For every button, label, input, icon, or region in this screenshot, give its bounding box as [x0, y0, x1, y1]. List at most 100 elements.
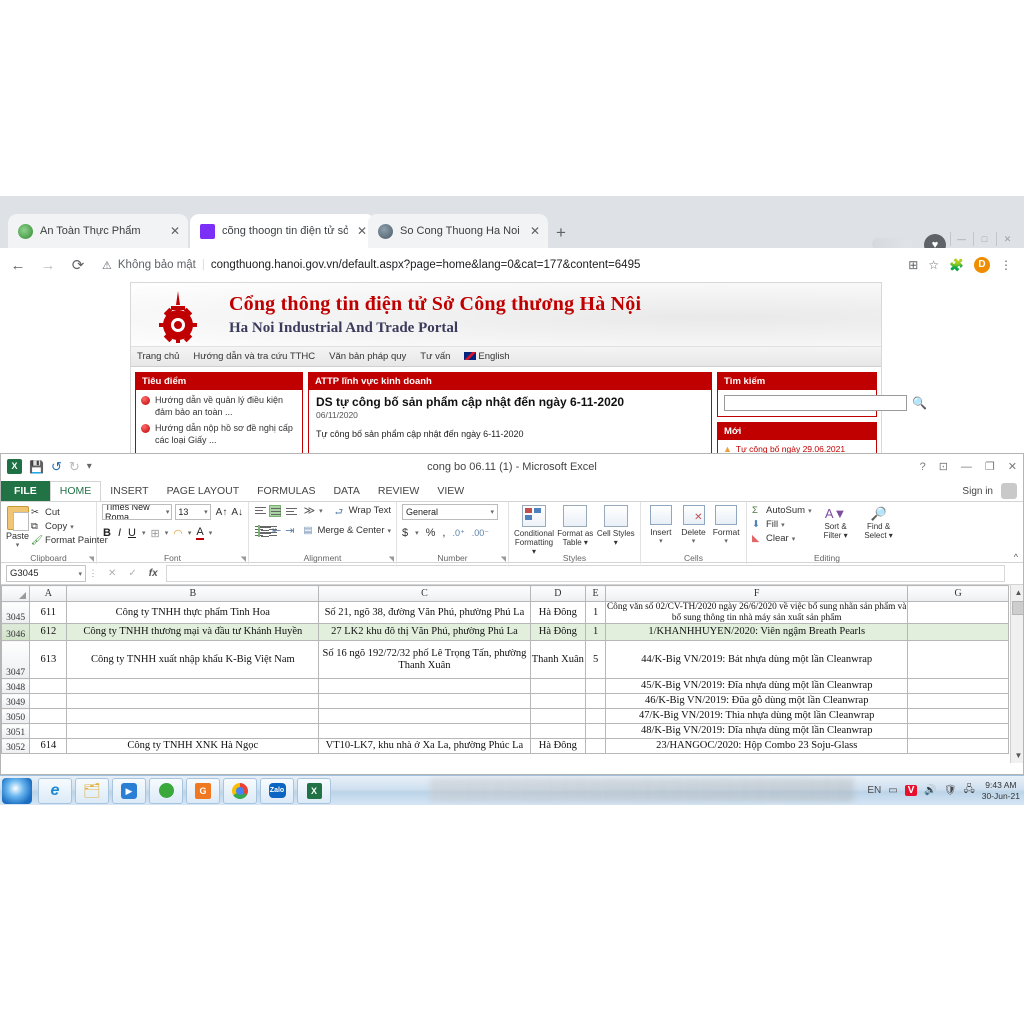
increase-decimal-icon[interactable]: .0⁺ [452, 528, 464, 539]
cell-f3047[interactable]: 44/K-Big VN/2019: Bát nhựa dùng một lần … [605, 640, 909, 680]
row-header[interactable]: 3047 [1, 640, 31, 680]
list-item[interactable]: Hướng dẫn nộp hồ sơ đề nghị cấp các loại… [136, 418, 302, 446]
cell-f3048[interactable]: 45/K-Big VN/2019: Đĩa nhựa dùng một lần … [605, 678, 909, 695]
table-row[interactable]: 3049 46/K-Big VN/2019: Đũa gỗ dùng một l… [1, 693, 1009, 710]
cell-a3047[interactable]: 613 [29, 640, 68, 680]
column-header-d[interactable]: D [529, 585, 587, 602]
cell-c3046[interactable]: 27 LK2 khu đô thị Văn Phú, phường Phú La [318, 623, 531, 642]
address-bar[interactable]: ⚠ Không bảo mật | congthuong.hanoi.gov.v… [98, 253, 899, 277]
table-row[interactable]: 3047 613 Công ty TNHH xuất nhập khẩu K-B… [1, 640, 1009, 680]
tab-home[interactable]: HOME [49, 481, 102, 502]
cell-e3049[interactable] [585, 693, 607, 710]
windows-start-icon[interactable] [2, 777, 32, 804]
browser-tab-3[interactable]: So Cong Thuong Ha Noi ✕ [368, 214, 548, 248]
help-icon[interactable]: ? [920, 461, 926, 473]
align-center-button[interactable] [258, 524, 271, 537]
cell-g3049[interactable] [907, 693, 1009, 710]
chevron-down-icon[interactable]: ▾ [70, 523, 74, 531]
microsoft-excel-icon[interactable]: X [297, 777, 331, 804]
cell-b3052[interactable]: Công ty TNHH XNK Hà Ngọc [66, 738, 320, 755]
cell-d3051[interactable] [529, 723, 587, 740]
merge-center-button[interactable]: ▤ Merge & Center ▾ [303, 525, 391, 536]
cancel-formula-icon[interactable]: ✕ [108, 568, 116, 579]
cell-f3046[interactable]: 1/KHANHHUYEN/2020: Viên ngậm Breath Pear… [605, 623, 909, 642]
browser-tab-1[interactable]: An Toàn Thực Phẩm ✕ [8, 214, 188, 248]
cell-e3046[interactable]: 1 [585, 623, 607, 642]
minimize-icon[interactable]: — [950, 232, 972, 246]
align-bottom-button[interactable] [285, 505, 297, 517]
chevron-down-icon[interactable]: ▾ [165, 529, 169, 537]
table-row[interactable]: 3051 48/K-Big VN/2019: Dĩa nhựa dùng một… [1, 723, 1009, 740]
tab-view[interactable]: VIEW [428, 482, 473, 501]
battery-icon[interactable]: ▭ [888, 785, 897, 796]
ribbon-display-options-icon[interactable]: ⊡ [939, 460, 948, 473]
avatar[interactable]: D [974, 257, 990, 273]
row-header[interactable]: 3050 [1, 708, 31, 725]
cell-b3047[interactable]: Công ty TNHH xuất nhập khẩu K-Big Việt N… [66, 640, 320, 680]
chevron-down-icon[interactable]: ▾ [209, 529, 213, 537]
magnifier-icon[interactable]: 🔍 [912, 396, 927, 410]
cell-c3047[interactable]: Số 16 ngõ 192/72/32 phố Lê Trọng Tấn, ph… [318, 640, 531, 680]
row-header[interactable]: 3049 [1, 693, 31, 710]
table-row[interactable]: 3050 47/K-Big VN/2019: Thìa nhựa dùng mộ… [1, 708, 1009, 725]
cell-d3046[interactable]: Hà Đông [529, 623, 587, 642]
cell-c3052[interactable]: VT10-LK7, khu nhà ở Xa La, phường Phúc L… [318, 738, 531, 755]
cell-d3049[interactable] [529, 693, 587, 710]
number-format-combobox[interactable]: General ▾ [402, 504, 498, 520]
decrease-decimal-icon[interactable]: .00⁻ [472, 528, 489, 539]
cell-f3052[interactable]: 23/HANGOC/2020: Hộp Combo 23 Soju-Glass [605, 738, 909, 755]
cell-a3052[interactable]: 614 [29, 738, 68, 755]
chevron-down-icon[interactable]: ▾ [188, 529, 192, 537]
enter-formula-icon[interactable]: ✓ [128, 568, 136, 579]
cell-b3048[interactable] [66, 678, 320, 695]
cell-b3049[interactable] [66, 693, 320, 710]
cell-e3052[interactable] [585, 738, 607, 755]
new-tab-button[interactable]: + [550, 222, 572, 244]
row-header[interactable]: 3048 [1, 678, 31, 695]
cell-e3051[interactable] [585, 723, 607, 740]
cell-b3045[interactable]: Công ty TNHH thực phẩm Tinh Hoa [66, 600, 320, 625]
cell-g3051[interactable] [907, 723, 1009, 740]
tab-file[interactable]: FILE [1, 481, 50, 501]
restore-icon[interactable]: ❐ [985, 460, 995, 473]
cell-c3045[interactable]: Số 21, ngõ 38, đường Văn Phú, phường Phú… [318, 600, 531, 625]
column-header-c[interactable]: C [318, 585, 531, 602]
cell-c3049[interactable] [318, 693, 531, 710]
maximize-icon[interactable]: □ [973, 232, 995, 246]
cell-e3048[interactable] [585, 678, 607, 695]
cell-g3047[interactable] [907, 640, 1009, 680]
scrollbar-thumb[interactable] [1012, 601, 1023, 615]
cell-f3049[interactable]: 46/K-Big VN/2019: Đũa gỗ dùng một lần Cl… [605, 693, 909, 710]
align-middle-button[interactable] [269, 504, 282, 517]
wrap-text-button[interactable]: ⮐ Wrap Text [335, 505, 391, 518]
minimize-icon[interactable]: — [961, 461, 972, 473]
zalo-icon[interactable]: Zalo [260, 777, 294, 804]
back-icon[interactable]: ← [8, 257, 28, 274]
collapse-ribbon-button[interactable]: ^ [1014, 552, 1018, 562]
puzzle-icon[interactable]: 🧩 [949, 258, 964, 272]
cell-d3045[interactable]: Hà Đông [529, 600, 587, 625]
cell-c3048[interactable] [318, 678, 531, 695]
italic-button[interactable]: I [117, 527, 122, 539]
cell-g3045[interactable] [907, 600, 1009, 625]
chevron-down-icon[interactable]: ▾ [808, 507, 812, 515]
table-row[interactable]: 3052 614 Công ty TNHH XNK Hà Ngọc VT10-L… [1, 738, 1009, 755]
autosum-button[interactable]: Σ AutoSum ▾ [752, 505, 812, 516]
star-icon[interactable]: ☆ [928, 258, 939, 272]
unikey-icon[interactable] [149, 777, 183, 804]
cell-g3046[interactable] [907, 623, 1009, 642]
site-nav-van-ban[interactable]: Văn bản pháp quy [329, 351, 406, 362]
table-row[interactable]: 3048 45/K-Big VN/2019: Đĩa nhựa dùng một… [1, 678, 1009, 695]
internet-explorer-icon[interactable]: e [38, 777, 72, 804]
tab-data[interactable]: DATA [324, 482, 368, 501]
increase-font-size-button[interactable]: A↑ [216, 507, 228, 518]
unikey-v-icon[interactable]: V [904, 785, 918, 796]
column-header-e[interactable]: E [585, 585, 607, 602]
volume-icon[interactable]: 🔊 [924, 785, 936, 796]
cell-c3050[interactable] [318, 708, 531, 725]
font-size-combobox[interactable]: 13 ▾ [175, 504, 211, 520]
align-top-button[interactable] [254, 505, 266, 517]
comma-style-button[interactable]: , [442, 527, 445, 539]
table-row[interactable]: 3046 612 Công ty TNHH thương mại và đầu … [1, 623, 1009, 642]
formula-input[interactable] [165, 565, 1005, 582]
